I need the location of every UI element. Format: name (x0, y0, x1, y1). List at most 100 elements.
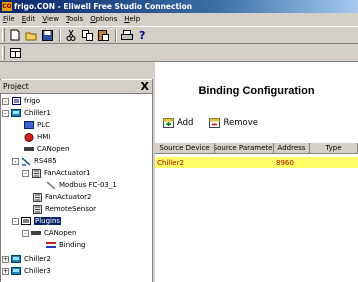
toolbar-separator (59, 28, 61, 42)
add-label: Add (177, 118, 194, 128)
tree-item-plc[interactable]: PLC (24, 120, 50, 130)
new-icon[interactable] (8, 28, 22, 42)
collapse-icon[interactable]: - (2, 109, 9, 117)
hmi-icon (24, 132, 34, 142)
save-icon[interactable] (40, 28, 54, 42)
add-button[interactable]: Add (163, 118, 193, 128)
menu-edit[interactable]: Edit (22, 15, 36, 23)
main-toolbar: ? (0, 26, 358, 44)
open-icon[interactable] (24, 28, 38, 42)
tree-item-frigo[interactable]: - frigo (2, 96, 40, 106)
toolbar-grip[interactable] (2, 28, 5, 42)
binding-actions: Add Remove (163, 118, 274, 128)
collapse-icon[interactable]: - (12, 157, 19, 165)
title-bar: CO frigo.CON - Eliwell Free Studio Conne… (0, 0, 358, 13)
binding-grid-header: Source Device Source Parameter Address T… (155, 142, 358, 154)
expand-icon[interactable]: + (2, 267, 9, 275)
cell-source-device[interactable]: Chiller2 (155, 157, 215, 168)
tree-item-chiller3[interactable]: + Chiller3 (2, 266, 51, 276)
secondary-toolbar (0, 45, 358, 62)
app-icon: CO (2, 2, 12, 11)
collapse-icon[interactable]: - (22, 169, 29, 177)
tree-item-modbus-fc03[interactable]: Modbus FC-03_1 (46, 180, 117, 190)
tree-item-chiller2[interactable]: + Chiller2 (2, 254, 51, 264)
svg-text:?: ? (139, 29, 145, 41)
tree-item-label: Modbus FC-03_1 (59, 181, 117, 189)
cell-source-parameter[interactable] (215, 157, 274, 168)
tree-item-label: Chiller1 (24, 109, 51, 117)
tree-item-binding[interactable]: Binding (46, 240, 85, 250)
project-panel-header: Project X (0, 80, 152, 94)
layout-icon[interactable] (8, 46, 22, 60)
collapse-icon[interactable]: - (2, 97, 9, 105)
device-icon (11, 255, 21, 263)
tree-item-label: FanActuator2 (45, 193, 92, 201)
collapse-icon[interactable]: - (12, 217, 19, 225)
fan-icon (31, 168, 41, 178)
tree-item-canopen[interactable]: CANopen (24, 144, 69, 154)
paste-icon[interactable] (96, 28, 110, 42)
sensor-icon (32, 204, 42, 214)
menu-help[interactable]: Help (124, 15, 140, 23)
menu-tools[interactable]: Tools (66, 15, 83, 23)
tree-item-label: HMI (37, 133, 51, 141)
device-icon (11, 109, 21, 117)
modbus-icon (46, 180, 56, 190)
tree-item-canopen-plugin[interactable]: - CANopen (22, 228, 76, 238)
close-icon[interactable]: X (141, 81, 149, 92)
remove-icon (209, 118, 221, 128)
can-icon (31, 229, 41, 237)
tree-item-plugins[interactable]: - Plugins (12, 216, 62, 226)
tree-item-label: PLC (37, 121, 51, 129)
plugins-icon (21, 217, 31, 225)
menu-view[interactable]: View (42, 15, 59, 23)
fan-icon (32, 192, 42, 202)
copy-icon[interactable] (80, 28, 94, 42)
add-icon (163, 118, 174, 128)
cut-icon[interactable] (64, 28, 78, 42)
collapse-icon[interactable]: - (22, 229, 29, 237)
tree-item-label: Plugins (34, 217, 62, 225)
tree-item-fanactuator1[interactable]: - FanActuator1 (22, 168, 90, 178)
tree-item-label: RS485 (34, 157, 57, 165)
cell-type[interactable] (310, 157, 358, 168)
tree-item-hmi[interactable]: HMI (24, 132, 50, 142)
project-icon (11, 97, 21, 105)
tree-item-label: frigo (24, 97, 41, 105)
menu-file[interactable]: File (3, 15, 15, 23)
binding-icon (46, 241, 56, 249)
cell-address[interactable]: 8960 (274, 157, 310, 168)
column-header-source-parameter[interactable]: Source Parameter (215, 143, 274, 153)
tree-item-label: CANopen (44, 229, 77, 237)
tree-item-label: FanActuator1 (44, 169, 91, 177)
tree-item-fanactuator2[interactable]: FanActuator2 (32, 192, 91, 202)
menu-bar: File Edit View Tools Options Help (0, 13, 358, 25)
toolbar-separator (115, 28, 117, 42)
column-header-address[interactable]: Address (274, 143, 310, 153)
remove-button[interactable]: Remove (209, 118, 258, 128)
help-icon[interactable]: ? (136, 28, 150, 42)
can-icon (24, 145, 34, 153)
tree-item-chiller1[interactable]: - Chiller1 (2, 108, 51, 118)
tree-item-label: RemoteSensor (45, 205, 97, 213)
column-header-type[interactable]: Type (310, 143, 358, 153)
table-row[interactable]: Chiller2 8960 (155, 157, 358, 168)
project-panel-title: Project (3, 82, 29, 91)
tree-item-rs485[interactable]: - RS485 (12, 156, 57, 166)
toolbar-grip[interactable] (2, 46, 5, 60)
window-title: frigo.CON - Eliwell Free Studio Connecti… (14, 2, 193, 11)
rs485-icon (21, 156, 31, 166)
device-icon (11, 267, 21, 275)
plc-icon (24, 121, 34, 129)
menu-options[interactable]: Options (90, 15, 117, 23)
tree-item-label: Chiller2 (24, 255, 51, 263)
column-header-source-device[interactable]: Source Device (155, 143, 215, 153)
binding-title: Binding Configuration (198, 85, 315, 97)
print-icon[interactable] (120, 28, 134, 42)
tree-item-remotesensor[interactable]: RemoteSensor (32, 204, 96, 214)
expand-icon[interactable]: + (2, 255, 9, 263)
tree-item-label: CANopen (37, 145, 70, 153)
tree-item-label: Binding (59, 241, 86, 249)
tree-item-label: Chiller3 (24, 267, 51, 275)
remove-label: Remove (223, 118, 258, 128)
